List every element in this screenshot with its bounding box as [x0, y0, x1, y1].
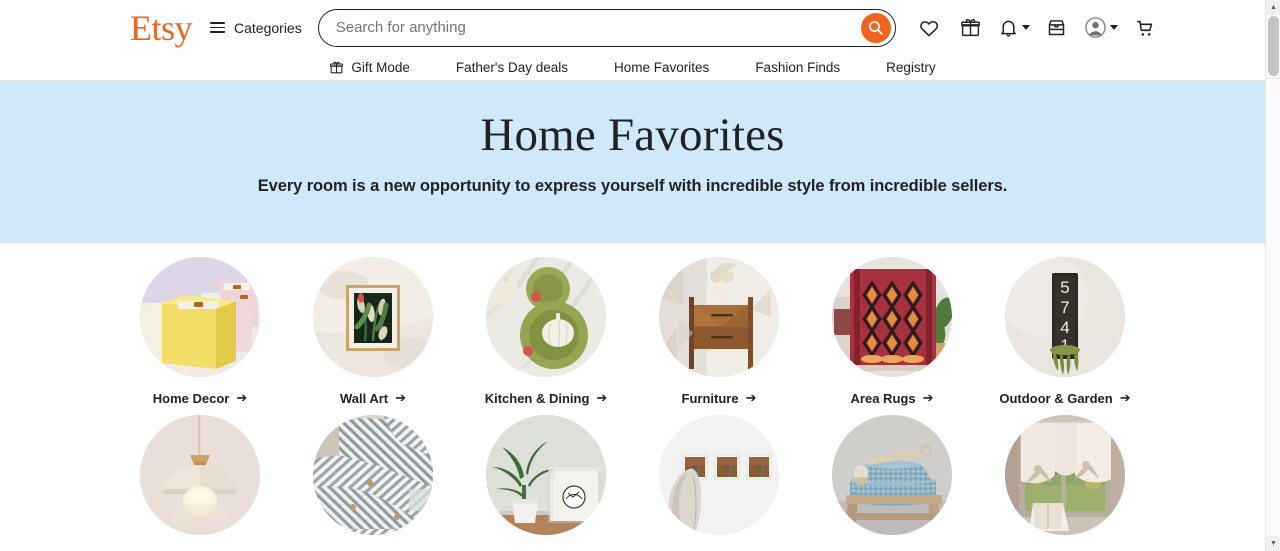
page-viewport: Etsy Categories Search for anything Gift…	[0, 0, 1265, 551]
category-card-home-improvement[interactable]: Home Improvement ➔	[633, 415, 806, 551]
category-thumbnail	[1005, 415, 1125, 535]
avatar	[1084, 17, 1106, 38]
svg-text:4: 4	[1060, 318, 1069, 337]
category-thumbnail	[140, 415, 260, 535]
search-icon	[869, 20, 883, 35]
category-card-area-rugs[interactable]: Area Rugs ➔	[806, 257, 979, 406]
nav-item-fathers-day-deals[interactable]: Father's Day deals	[456, 60, 568, 75]
arrow-right-icon: ➔	[236, 390, 248, 405]
category-card-storage-organization[interactable]: Storage & Organization ➔	[460, 415, 633, 551]
etsy-logo[interactable]: Etsy	[130, 10, 193, 46]
arrow-right-icon: ➔	[596, 390, 608, 405]
cart-icon[interactable]	[1130, 13, 1160, 43]
category-card-kitchen-dining[interactable]: Kitchen & Dining ➔	[460, 257, 633, 406]
category-label: Outdoor & Garden	[999, 390, 1113, 406]
search-bar[interactable]	[317, 8, 896, 47]
category-label-row: Wall Art ➔	[340, 390, 406, 406]
category-label-row: Kitchen & Dining ➔	[485, 390, 608, 406]
category-thumbnail: 5 7 4 1	[1005, 257, 1125, 377]
nav-label: Gift Mode	[351, 60, 410, 75]
category-label-row: Area Rugs ➔	[851, 390, 934, 406]
arrow-right-icon: ➔	[922, 390, 934, 405]
category-label: Kitchen & Dining	[484, 390, 590, 406]
nav-item-registry[interactable]: Registry	[886, 60, 936, 75]
categories-label: Categories	[234, 19, 302, 36]
chevron-down-icon	[1021, 25, 1030, 30]
category-card-home-decor[interactable]: Home Decor ➔	[114, 257, 287, 406]
category-label-row: Furniture ➔	[682, 390, 757, 406]
category-card-bathroom[interactable]: Bathroom ➔	[806, 415, 979, 551]
svg-text:7: 7	[1060, 298, 1069, 317]
category-thumbnail	[486, 257, 606, 377]
category-thumbnail	[659, 415, 779, 535]
page-title: Home Favorites	[480, 109, 785, 161]
category-card-lighting[interactable]: Lighting ➔	[114, 415, 287, 551]
scrollbar-track-mark	[1266, 78, 1280, 79]
header-icon-group	[914, 13, 1160, 43]
category-thumbnail	[832, 257, 952, 377]
svg-text:5: 5	[1060, 278, 1069, 297]
nav-label: Home Favorites	[614, 60, 710, 75]
category-grid-area: Home Decor ➔ Wall Art ➔ Kitchen & Dining…	[0, 243, 1265, 551]
category-thumbnail	[313, 415, 433, 535]
arrow-right-icon: ➔	[1119, 390, 1131, 405]
hero-banner: Home Favorites Every room is a new oppor…	[0, 81, 1265, 243]
category-card-furniture[interactable]: Furniture ➔	[633, 257, 806, 406]
nav-label: Fashion Finds	[755, 60, 841, 75]
hamburger-icon	[210, 19, 226, 37]
favorites-icon[interactable]	[914, 13, 944, 43]
category-label: Home Decor	[152, 390, 230, 406]
category-thumbnail	[313, 257, 433, 377]
category-label-row: Outdoor & Garden ➔	[999, 390, 1130, 406]
category-card-bedding[interactable]: Bedding ➔	[287, 415, 460, 551]
page-scrollbar[interactable]: ▲ ▼	[1265, 0, 1280, 551]
hero-subtitle: Every room is a new opportunity to expre…	[257, 177, 1008, 195]
category-card-curtains[interactable]: Curtains ➔	[979, 415, 1152, 551]
scroll-down-arrow[interactable]: ▼	[1266, 536, 1280, 551]
gift-icon	[330, 61, 344, 74]
category-thumbnail	[832, 415, 952, 535]
account-icon[interactable]	[1084, 13, 1118, 43]
gift-icon[interactable]	[956, 13, 986, 43]
category-card-wall-art[interactable]: Wall Art ➔	[287, 257, 460, 406]
nav-item-fashion-finds[interactable]: Fashion Finds	[755, 60, 840, 75]
shop-manager-icon[interactable]	[1042, 13, 1072, 43]
search-input[interactable]	[318, 19, 895, 36]
category-grid: Home Decor ➔ Wall Art ➔ Kitchen & Dining…	[0, 243, 1265, 551]
scrollbar-thumb[interactable]	[1268, 16, 1279, 76]
nav-item-home-favorites[interactable]: Home Favorites	[614, 60, 709, 75]
category-label: Furniture	[681, 390, 739, 406]
nav-label: Registry	[886, 60, 936, 75]
category-thumbnail	[659, 257, 779, 377]
category-label-row: Home Decor ➔	[153, 390, 247, 406]
scroll-up-arrow[interactable]: ▲	[1266, 0, 1280, 15]
category-card-outdoor-garden[interactable]: 5 7 4 1	[979, 257, 1152, 406]
nav-item-gift-mode[interactable]: Gift Mode	[329, 60, 410, 75]
arrow-right-icon: ➔	[745, 390, 757, 405]
category-thumbnail	[486, 415, 606, 535]
category-label: Wall Art	[339, 390, 389, 406]
arrow-right-icon: ➔	[395, 390, 407, 405]
categories-button[interactable]: Categories	[210, 19, 302, 37]
nav-label: Father's Day deals	[455, 60, 569, 75]
chevron-down-icon	[1109, 25, 1118, 30]
search-button[interactable]	[860, 12, 891, 43]
category-thumbnail	[140, 257, 260, 377]
site-header: Etsy Categories	[0, 0, 1265, 55]
category-label: Area Rugs	[850, 390, 916, 406]
notifications-icon[interactable]	[998, 13, 1030, 43]
secondary-navigation: Gift Mode Father's Day deals Home Favori…	[0, 55, 1265, 81]
